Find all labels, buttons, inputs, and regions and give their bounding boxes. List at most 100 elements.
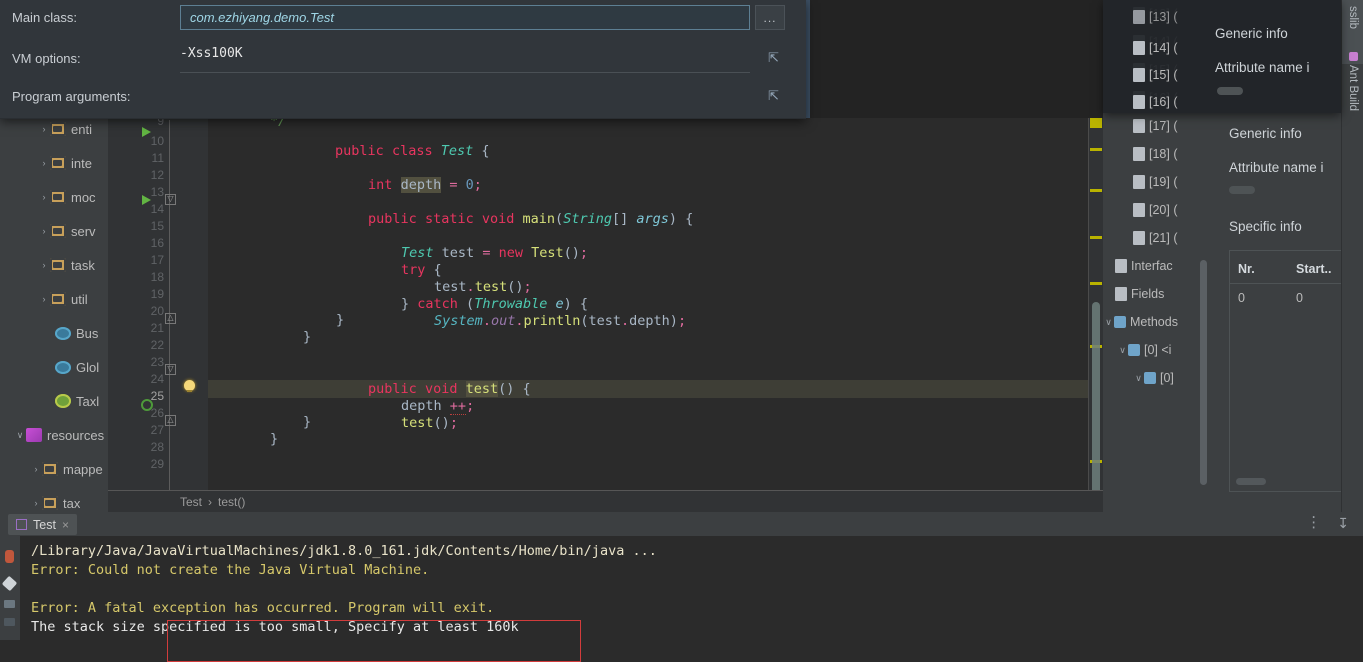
chevron-right-icon[interactable]: › (38, 260, 50, 270)
editor-gutter[interactable]: 9 10 11 12 13 14 15 16 17 18 19 20 21 22… (108, 112, 208, 590)
line-number: 20 (150, 304, 164, 318)
cf-node-label: [19] ( (1149, 175, 1178, 189)
warning-marker[interactable] (1090, 282, 1102, 285)
sidebar-item-tax[interactable]: › tax (0, 486, 108, 512)
tool-window-tabs[interactable]: sslib Ant Build (1341, 0, 1363, 512)
code-line-22[interactable]: } (303, 328, 311, 346)
sidebar-item-inte[interactable]: › inte (0, 146, 108, 180)
sidebar-item-serv[interactable]: › serv (0, 214, 108, 248)
run-arrow-icon[interactable] (142, 127, 151, 137)
code-text-area[interactable]: */ public class Test { int depth = 0; pu… (208, 112, 1103, 512)
more-vertical-icon[interactable]: ⋮ (1306, 515, 1321, 531)
sidebar-item-mappe[interactable]: › mappe (0, 452, 108, 486)
rerun-icon[interactable] (5, 550, 14, 563)
chevron-down-icon[interactable]: ∨ (1133, 373, 1144, 384)
close-icon[interactable]: × (62, 518, 69, 532)
code-line-26[interactable]: test(); (336, 396, 458, 432)
tool-tab-ant-build[interactable]: Ant Build (1342, 46, 1363, 138)
project-tree[interactable]: › enti › inte › moc › serv › task › util (0, 112, 108, 512)
chevron-right-icon[interactable]: › (30, 498, 42, 508)
code-line-12[interactable]: int depth = 0; (303, 158, 482, 194)
sidebar-item-glol[interactable]: Glol (0, 350, 108, 384)
warning-marker[interactable] (1090, 189, 1102, 192)
overlay-attribute-name-heading: Attribute name i (1215, 60, 1310, 75)
breadcrumb-method[interactable]: test() (218, 495, 245, 509)
cf-node-fields[interactable]: Fields (1103, 280, 1211, 308)
cf-node-methods[interactable]: ∨ Methods (1103, 308, 1211, 336)
chevron-right-icon[interactable]: › (38, 294, 50, 304)
code-line-21[interactable]: } (336, 311, 344, 329)
recursive-call-icon[interactable] (141, 399, 153, 411)
chevron-down-icon[interactable]: ∨ (14, 430, 26, 441)
editor-scrollbar-thumb[interactable] (1092, 302, 1100, 512)
folder-icon (50, 258, 66, 272)
warning-marker[interactable] (1090, 148, 1102, 151)
warning-marker[interactable] (1090, 236, 1102, 239)
lightbulb-icon[interactable] (184, 380, 195, 392)
chevron-right-icon[interactable]: › (30, 464, 42, 474)
line-number: 28 (150, 440, 164, 454)
expand-icon[interactable]: ⇱ (768, 50, 782, 65)
chevron-right-icon[interactable]: › (38, 158, 50, 168)
code-line-28[interactable]: } (270, 430, 278, 448)
cf-node[interactable]: [21] ( (1103, 224, 1211, 252)
cf-node[interactable]: [19] ( (1103, 168, 1211, 196)
console-output[interactable]: /Library/Java/JavaVirtualMachines/jdk1.8… (20, 536, 1363, 662)
console-tab-test[interactable]: Test × (8, 514, 77, 535)
code-line-20[interactable]: System.out.println(test.depth); (369, 294, 686, 330)
fold-expand-icon[interactable]: △ (165, 313, 176, 324)
vm-options-input[interactable]: -Xss100K (180, 46, 750, 73)
scroll-to-end-icon[interactable] (4, 618, 15, 626)
sidebar-item-resources[interactable]: ∨ resources (0, 418, 108, 452)
value-placeholder (1229, 186, 1255, 194)
run-console[interactable]: Test × ⋮ ↧ /Library/Java/JavaVirtualMach… (0, 512, 1363, 662)
console-toolbar[interactable]: ⋮ ↧ (1306, 515, 1349, 532)
code-line-14[interactable]: public static void main(String[] args) { (303, 192, 693, 228)
chevron-right-icon[interactable]: › (38, 124, 50, 134)
browse-main-class-button[interactable]: ... (755, 5, 785, 30)
cf-node-method-0[interactable]: ∨ [0] <i (1103, 336, 1211, 364)
chevron-right-icon[interactable]: › (38, 192, 50, 202)
run-configuration-dialog[interactable]: Main class: com.ezhiyang.demo.Test ... V… (0, 0, 806, 119)
table-horizontal-scrollbar[interactable] (1236, 478, 1266, 485)
cf-node[interactable]: [17] ( (1103, 112, 1211, 140)
sidebar-item-moc[interactable]: › moc (0, 180, 108, 214)
sidebar-item-taxl[interactable]: Taxl (0, 384, 108, 418)
program-arguments-input[interactable] (180, 84, 750, 110)
cf-node[interactable]: [20] ( (1103, 196, 1211, 224)
editor-marker-bar[interactable] (1088, 112, 1103, 512)
warning-marker[interactable] (1090, 117, 1102, 128)
code-editor[interactable]: 9 10 11 12 13 14 15 16 17 18 19 20 21 22… (108, 112, 1103, 590)
line-number: 16 (150, 236, 164, 250)
program-arguments-label: Program arguments: (12, 89, 131, 104)
chevron-down-icon[interactable]: ∨ (1103, 317, 1114, 328)
cf-node-method-0-0[interactable]: ∨ [0] (1103, 364, 1211, 392)
soft-wrap-icon[interactable]: ↧ (1337, 515, 1349, 531)
sidebar-item-task[interactable]: › task (0, 248, 108, 282)
fold-expand-icon[interactable]: △ (165, 415, 176, 426)
main-class-input[interactable]: com.ezhiyang.demo.Test (180, 5, 750, 30)
console-tab-bar[interactable]: Test × ⋮ ↧ (0, 512, 1363, 537)
fold-collapse-icon[interactable]: ▽ (165, 364, 176, 375)
console-side-toolbar[interactable] (0, 536, 20, 640)
chevron-right-icon[interactable]: › (38, 226, 50, 236)
attribute-table[interactable]: Nr. Start.. 0 0 (1229, 250, 1355, 492)
cf-node-interfaces[interactable]: Interfac (1103, 252, 1211, 280)
print-icon[interactable] (4, 600, 15, 608)
structure-tree-scrollbar[interactable] (1200, 260, 1207, 485)
expand-icon[interactable]: ⇱ (768, 88, 782, 103)
stop-icon[interactable] (1, 575, 18, 592)
console-line[interactable]: /Library/Java/JavaVirtualMachines/jdk1.8… (31, 542, 1363, 561)
breadcrumb-class[interactable]: Test (180, 495, 202, 509)
run-arrow-icon[interactable] (142, 195, 151, 205)
breadcrumb[interactable]: Test › test() (108, 490, 1175, 513)
fold-collapse-icon[interactable]: ▽ (165, 194, 176, 205)
cf-node[interactable]: [18] ( (1103, 140, 1211, 168)
chevron-down-icon[interactable]: ∨ (1117, 345, 1128, 356)
sidebar-item-bus[interactable]: Bus (0, 316, 108, 350)
code-line-27[interactable]: } (303, 413, 311, 431)
code-line-10[interactable]: public class Test { (270, 124, 489, 160)
sidebar-item-util[interactable]: › util (0, 282, 108, 316)
constant-pool-entry-icon (1133, 10, 1145, 24)
methods-folder-icon (1114, 316, 1126, 328)
